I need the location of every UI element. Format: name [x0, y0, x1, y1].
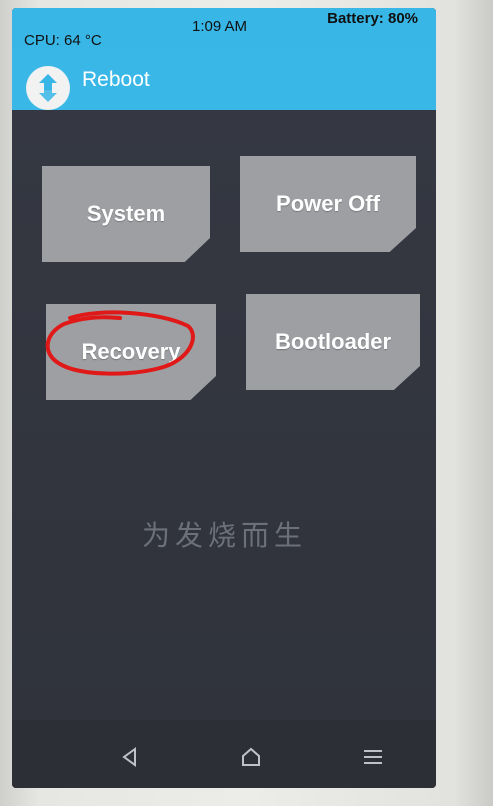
home-icon[interactable] [236, 742, 266, 772]
clock: 1:09 AM [192, 18, 248, 35]
bootloader-button-label: Bootloader [274, 329, 392, 354]
recovery-button[interactable]: Recovery [46, 304, 216, 400]
system-button[interactable]: System [42, 166, 210, 262]
power-off-button-label: Power Off [276, 191, 380, 216]
reboot-panel: System Power Off Recovery Bootloader 为发烧… [12, 110, 436, 720]
battery-level: Battery: 80% [327, 10, 418, 27]
back-triangle-icon[interactable] [115, 742, 145, 772]
menu-icon[interactable] [358, 742, 388, 772]
title-bar: Reboot [12, 48, 436, 110]
screen: CPU: 64 °C 1:09 AM Battery: 80% Reboot S… [12, 8, 436, 788]
recovery-button-label: Recovery [81, 339, 181, 364]
cpu-temperature: CPU: 64 °C [24, 32, 102, 49]
bootloader-button[interactable]: Bootloader [246, 294, 420, 390]
navigation-bar [12, 720, 436, 788]
watermark-text: 为发烧而生 [142, 519, 308, 552]
phone-body: CPU: 64 °C 1:09 AM Battery: 80% Reboot S… [0, 0, 493, 806]
system-button-label: System [86, 201, 166, 226]
page-title: Reboot [82, 68, 150, 91]
power-off-button[interactable]: Power Off [240, 156, 416, 252]
status-bar: CPU: 64 °C 1:09 AM Battery: 80% [12, 8, 436, 49]
twrp-logo-icon [26, 66, 70, 110]
